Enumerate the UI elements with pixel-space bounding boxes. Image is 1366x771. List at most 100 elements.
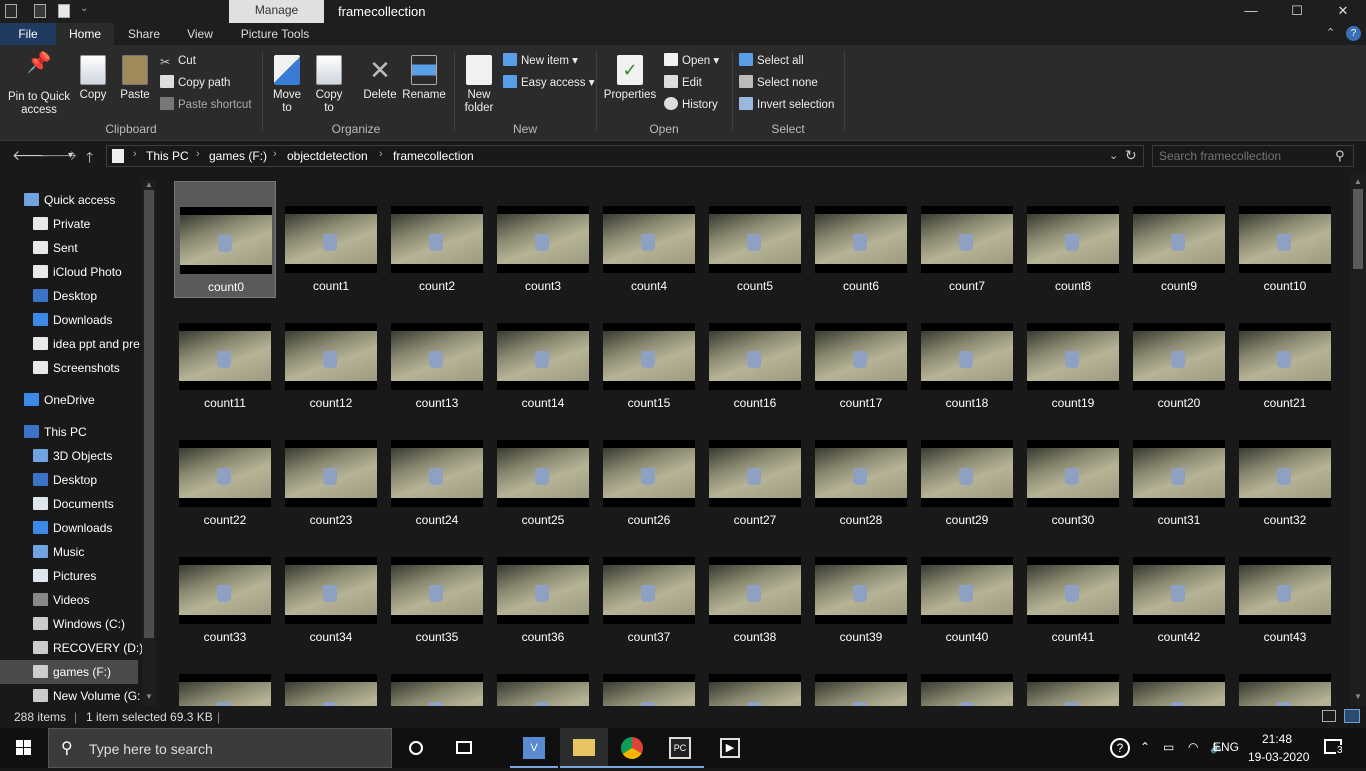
properties-quick-icon[interactable] [34, 4, 46, 18]
file-tile[interactable] [810, 649, 912, 706]
file-tile[interactable]: count28 [810, 415, 912, 532]
content-scrollbar[interactable]: ▲ ▼ [1350, 175, 1366, 706]
nav-item-videos[interactable]: Videos [33, 588, 89, 612]
media-player-taskbar-icon[interactable]: ▶ [706, 728, 754, 768]
file-tile[interactable]: count1 [280, 181, 382, 298]
nav-item-windows-c[interactable]: Windows (C:) [33, 612, 125, 636]
nav-item-games-f[interactable]: games (F:) [0, 660, 138, 684]
file-tile[interactable] [916, 649, 1018, 706]
file-tile[interactable]: count38 [704, 532, 806, 649]
file-tile[interactable] [386, 649, 488, 706]
nav-item-quick-access[interactable]: Quick access [24, 188, 115, 212]
vscode-taskbar-icon[interactable]: V [510, 728, 558, 768]
copy-button[interactable]: Copy [76, 55, 110, 102]
file-tile[interactable]: count8 [1022, 181, 1124, 298]
move-to-button[interactable]: Move to [268, 55, 306, 115]
file-tile[interactable]: count42 [1128, 532, 1230, 649]
scroll-down-icon[interactable]: ▼ [1354, 692, 1362, 701]
file-tile[interactable]: count3 [492, 181, 594, 298]
address-dropdown-icon[interactable]: ⌄ [1109, 149, 1118, 162]
open-button[interactable]: Open ▾ [664, 52, 719, 70]
nav-item-music[interactable]: Music [33, 540, 84, 564]
file-tile[interactable]: count21 [1234, 298, 1336, 415]
copy-to-button[interactable]: Copy to [310, 55, 348, 115]
history-button[interactable]: History [664, 96, 718, 114]
notifications-icon[interactable]: 3 [1324, 739, 1344, 756]
properties-button[interactable]: ✓ Properties [602, 55, 658, 102]
nav-item-recovery-d[interactable]: RECOVERY (D:) [33, 636, 143, 660]
file-tile[interactable] [492, 649, 594, 706]
navpane-scroll-thumb[interactable] [144, 190, 154, 638]
nav-item-sent[interactable]: Sent↗ [33, 236, 78, 260]
file-tile[interactable] [280, 649, 382, 706]
nav-item-new-volume-g[interactable]: New Volume (G: [33, 684, 140, 706]
cortana-icon[interactable] [392, 728, 440, 768]
file-tile[interactable]: count7 [916, 181, 1018, 298]
search-input[interactable] [1159, 149, 1329, 163]
cut-button[interactable]: ✂ Cut [160, 52, 196, 70]
refresh-icon[interactable]: ↻ [1125, 147, 1137, 164]
file-tile[interactable]: count12 [280, 298, 382, 415]
file-explorer-taskbar-icon[interactable] [560, 728, 608, 768]
recent-locations-icon[interactable]: ▾ [68, 150, 73, 161]
rename-button[interactable]: Rename [402, 55, 446, 102]
nav-item-this-pc[interactable]: This PC [24, 420, 87, 444]
nav-item-private[interactable]: Private↗ [33, 212, 90, 236]
nav-item-desktop[interactable]: Desktop [33, 468, 97, 492]
nav-item-3d-objects[interactable]: 3D Objects [33, 444, 112, 468]
pin-to-quick-access-button[interactable]: 📌 Pin to Quick access [4, 53, 74, 117]
collapse-ribbon-icon[interactable]: ⌃ [1326, 26, 1335, 39]
invert-selection-button[interactable]: Invert selection [739, 96, 834, 114]
file-tile[interactable]: count37 [598, 532, 700, 649]
new-folder-quick-icon[interactable] [58, 4, 70, 18]
chevron-right-icon[interactable]: › [273, 148, 277, 160]
file-tile[interactable]: count0 [174, 181, 276, 298]
select-all-button[interactable]: Select all [739, 52, 804, 70]
wifi-icon[interactable]: ◠ [1188, 740, 1198, 754]
file-tile[interactable]: count35 [386, 532, 488, 649]
file-tile[interactable]: count18 [916, 298, 1018, 415]
chrome-taskbar-icon[interactable] [608, 728, 656, 768]
file-tile[interactable]: count39 [810, 532, 912, 649]
close-button[interactable]: ✕ [1320, 0, 1366, 23]
file-tile[interactable]: count16 [704, 298, 806, 415]
clock-time[interactable]: 21:48 [1262, 732, 1292, 746]
nav-item-idea-ppt-and-pre[interactable]: idea ppt and pre [33, 332, 140, 356]
search-box[interactable]: ⚲ [1152, 145, 1354, 167]
laptop-icon[interactable]: ▭ [1163, 740, 1174, 754]
tab-share[interactable]: Share [118, 23, 170, 45]
scroll-up-icon[interactable]: ▲ [145, 180, 153, 189]
address-bar[interactable]: › This PC › games (F:) › objectdetection… [106, 145, 1144, 167]
new-item-button[interactable]: New item ▾ [503, 52, 578, 70]
pycharm-taskbar-icon[interactable]: PC [656, 728, 704, 768]
task-view-icon[interactable] [440, 728, 488, 768]
nav-item-screenshots[interactable]: Screenshots [33, 356, 120, 380]
customize-qat-icon[interactable]: ⌄ [80, 3, 88, 14]
scroll-up-icon[interactable]: ▲ [1354, 177, 1362, 186]
nav-item-downloads[interactable]: Downloads [33, 308, 112, 332]
breadcrumb-games-drive[interactable]: games (F:) [209, 149, 267, 163]
file-tile[interactable]: count30 [1022, 415, 1124, 532]
file-tile[interactable]: count32 [1234, 415, 1336, 532]
file-tile[interactable] [174, 649, 276, 706]
tab-view[interactable]: View [174, 23, 226, 45]
file-tile[interactable]: count19 [1022, 298, 1124, 415]
taskbar-search-box[interactable]: ⚲ Type here to search [48, 728, 392, 768]
file-tile[interactable]: count11 [174, 298, 276, 415]
maximize-button[interactable]: ☐ [1274, 0, 1320, 23]
nav-item-documents[interactable]: Documents [33, 492, 114, 516]
delete-button[interactable]: ✕ Delete [360, 55, 400, 102]
file-tile[interactable]: count23 [280, 415, 382, 532]
nav-item-icloud-photo[interactable]: iCloud Photo↗ [33, 260, 122, 284]
file-tile[interactable] [1234, 649, 1336, 706]
file-tile[interactable]: count10 [1234, 181, 1336, 298]
file-tile[interactable]: count24 [386, 415, 488, 532]
new-folder-button[interactable]: New folder [460, 55, 498, 115]
paste-shortcut-button[interactable]: Paste shortcut [160, 96, 252, 114]
file-tile[interactable] [1022, 649, 1124, 706]
chevron-right-icon[interactable]: › [379, 148, 383, 160]
minimize-button[interactable]: — [1228, 0, 1274, 23]
tab-home[interactable]: Home [56, 23, 114, 45]
navpane-scrollbar[interactable]: ▲ ▼ [142, 180, 156, 706]
show-hidden-icons-icon[interactable]: ⌃ [1140, 740, 1150, 754]
